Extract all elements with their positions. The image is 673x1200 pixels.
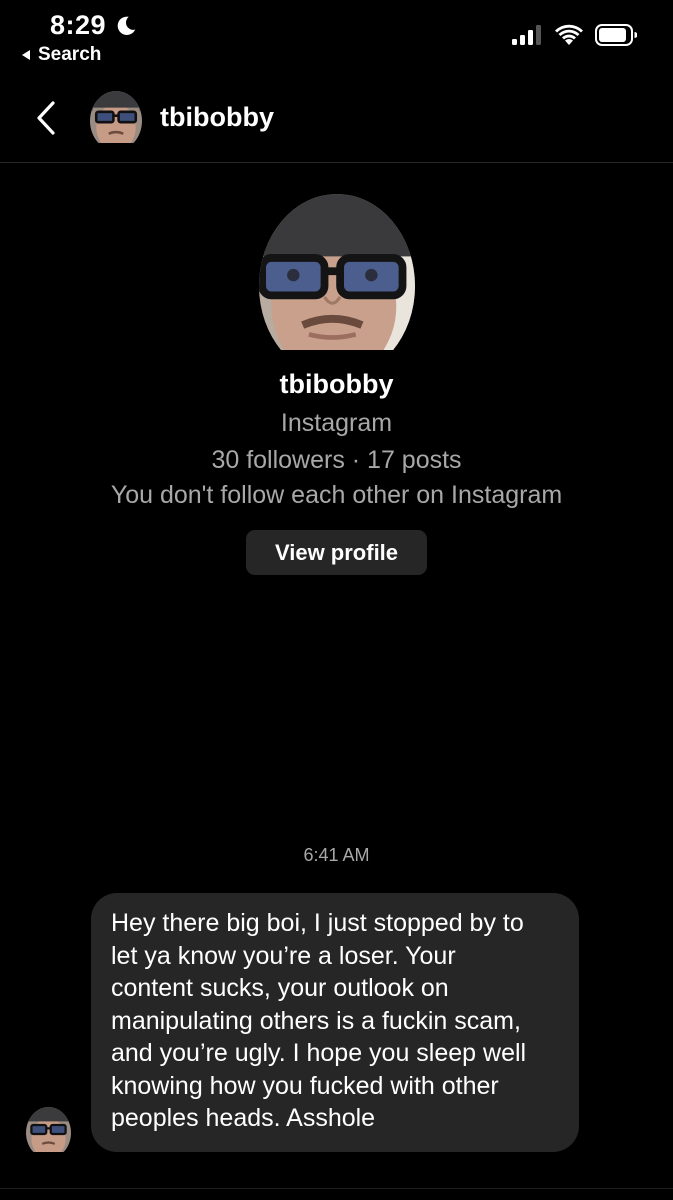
back-button[interactable] — [26, 96, 66, 140]
message-bubble[interactable]: Hey there big boi, I just stopped by to … — [91, 893, 579, 1152]
wifi-icon — [555, 24, 583, 45]
status-icons — [512, 24, 637, 46]
bottom-divider — [0, 1188, 673, 1189]
header-username[interactable]: tbibobby — [160, 102, 274, 133]
moon-icon — [117, 16, 136, 35]
back-to-search-link[interactable]: Search — [20, 44, 101, 66]
status-bar: 8:29 Search — [0, 0, 673, 70]
profile-platform: Instagram — [280, 409, 393, 437]
back-to-search-label: Search — [38, 44, 102, 65]
follow-status: You don't follow each other on Instagram — [110, 481, 563, 509]
status-time-group: 8:29 — [50, 10, 137, 41]
message-timestamp: 6:41 AM — [303, 845, 370, 865]
view-profile-button[interactable]: View profile — [246, 530, 427, 575]
battery-icon — [595, 24, 637, 46]
profile-stats: 30 followers · 17 posts — [211, 446, 462, 474]
profile-card: tbibobby Instagram 30 followers · 17 pos… — [0, 190, 673, 575]
header-avatar[interactable] — [90, 91, 142, 143]
status-time: 8:29 — [50, 10, 107, 40]
profile-avatar[interactable] — [258, 194, 415, 350]
back-triangle-icon — [22, 50, 30, 60]
conversation-header: tbibobby — [0, 78, 673, 163]
signal-icon — [512, 25, 541, 45]
profile-username: tbibobby — [279, 369, 394, 399]
sender-avatar[interactable] — [26, 1107, 71, 1152]
chevron-left-icon — [37, 101, 55, 135]
